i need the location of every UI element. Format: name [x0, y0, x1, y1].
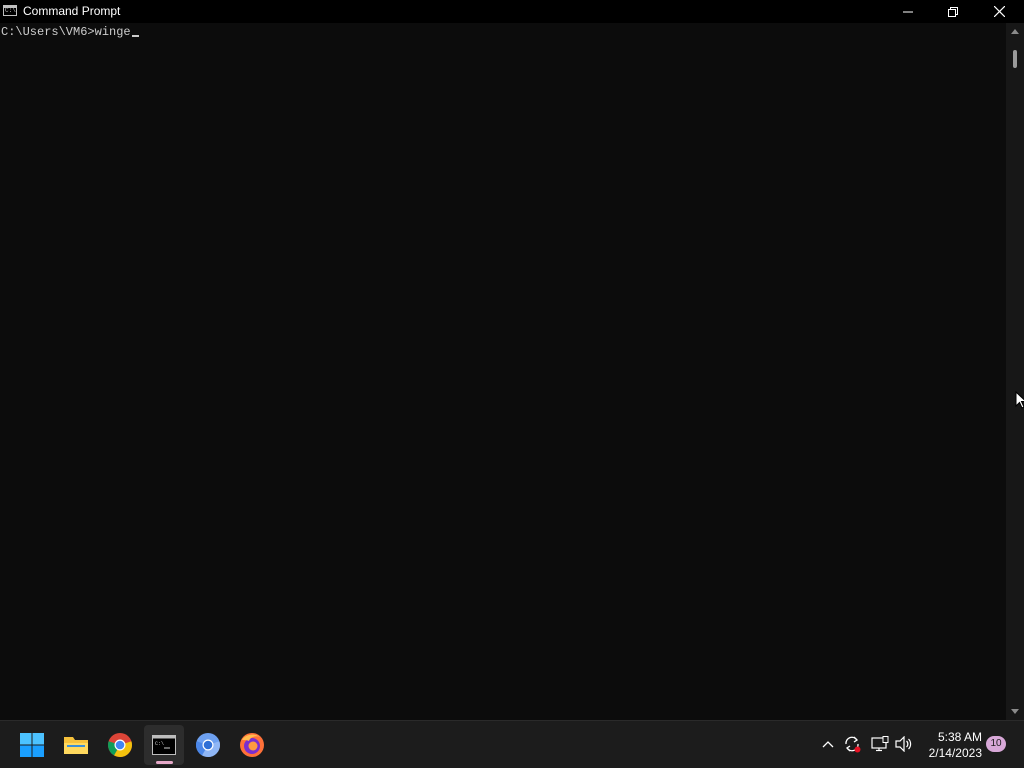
chrome-button[interactable] — [100, 725, 140, 765]
command-prompt-taskbar-button[interactable]: C:\ — [144, 725, 184, 765]
scroll-thumb[interactable] — [1013, 50, 1017, 68]
clock-date: 2/14/2023 — [928, 746, 982, 760]
cmd-icon: C:\ — [152, 735, 176, 755]
scroll-up-arrow-icon[interactable] — [1011, 29, 1019, 34]
text-cursor — [131, 35, 139, 37]
console-prompt: C:\Users\VM6> — [1, 25, 95, 39]
console-output-area[interactable]: C:\Users\VM6>winge — [0, 23, 1006, 720]
chromium-button[interactable] — [188, 725, 228, 765]
minimize-icon — [903, 11, 913, 12]
folder-icon — [64, 737, 88, 754]
title-bar[interactable]: C:\ Command Prompt — [0, 0, 1024, 23]
console-line: C:\Users\VM6>winge — [1, 25, 139, 39]
scroll-down-arrow-icon[interactable] — [1011, 709, 1019, 714]
volume-button[interactable] — [894, 733, 914, 755]
vertical-scrollbar[interactable] — [1006, 23, 1024, 720]
firefox-icon — [240, 733, 264, 757]
sync-status-button[interactable] — [842, 733, 862, 755]
window-title: Command Prompt — [23, 4, 121, 18]
mouse-pointer-icon — [1015, 391, 1024, 409]
network-icon — [871, 736, 889, 752]
clock[interactable]: 5:38 AM 2/14/2023 — [918, 729, 982, 761]
file-explorer-button[interactable] — [56, 725, 96, 765]
firefox-button[interactable] — [232, 725, 272, 765]
cmd-app-icon[interactable]: C:\ — [3, 5, 17, 16]
chrome-icon — [108, 733, 132, 757]
show-hidden-icons-button[interactable] — [818, 733, 838, 755]
chromium-icon — [196, 733, 220, 757]
notification-count-badge[interactable]: 10 — [986, 736, 1006, 752]
restore-icon — [948, 6, 958, 17]
speaker-icon — [895, 736, 912, 752]
command-prompt-window: C:\ Command Prompt C:\Users\VM6>winge — [0, 0, 1024, 720]
start-button[interactable] — [12, 725, 52, 765]
network-button[interactable] — [870, 733, 890, 755]
clock-time: 5:38 AM — [937, 730, 982, 744]
console-input-text[interactable]: winge — [95, 25, 131, 39]
close-icon — [993, 6, 1005, 17]
close-button[interactable] — [976, 0, 1022, 23]
taskbar: C:\ 5:38 AM 2/14/2023 10 — [0, 720, 1024, 768]
restore-button[interactable] — [930, 0, 976, 23]
chevron-up-icon — [822, 741, 834, 748]
minimize-button[interactable] — [885, 0, 931, 23]
windows-start-icon — [20, 733, 44, 757]
active-app-indicator — [156, 761, 173, 764]
svg-text:C:\: C:\ — [155, 741, 164, 747]
sync-icon — [845, 736, 861, 753]
